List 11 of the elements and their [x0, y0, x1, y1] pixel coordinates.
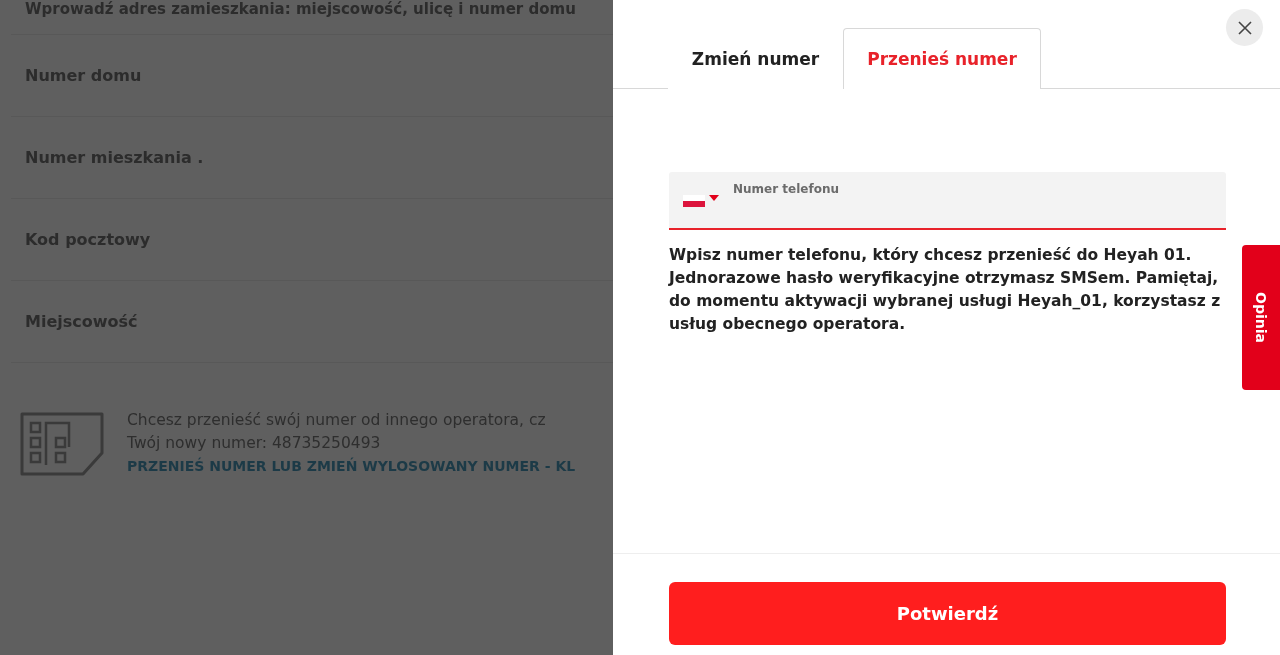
feedback-tab[interactable]: Opinia	[1242, 245, 1280, 390]
tab[interactable]: Przenieś numer	[843, 28, 1041, 89]
country-selector[interactable]	[683, 195, 719, 207]
close-button[interactable]	[1226, 9, 1263, 46]
flag-icon	[683, 195, 705, 207]
close-icon	[1237, 20, 1252, 35]
sim-card-icon	[19, 410, 107, 477]
caret-icon	[709, 195, 719, 201]
description-text: Wpisz numer telefonu, który chcesz przenieść do Heyah 01. Jednorazowe hasło weryfikacyjne otrzymasz SMSem. Pamiętaj, do momentu aktywacji wybranej usługi Heyah_01, korzystasz z usług obecnego operatora.	[669, 245, 1222, 335]
confirm-button[interactable]: Potwierdź	[669, 582, 1226, 645]
phone-input-field[interactable]: Numer telefonu	[669, 172, 1226, 230]
